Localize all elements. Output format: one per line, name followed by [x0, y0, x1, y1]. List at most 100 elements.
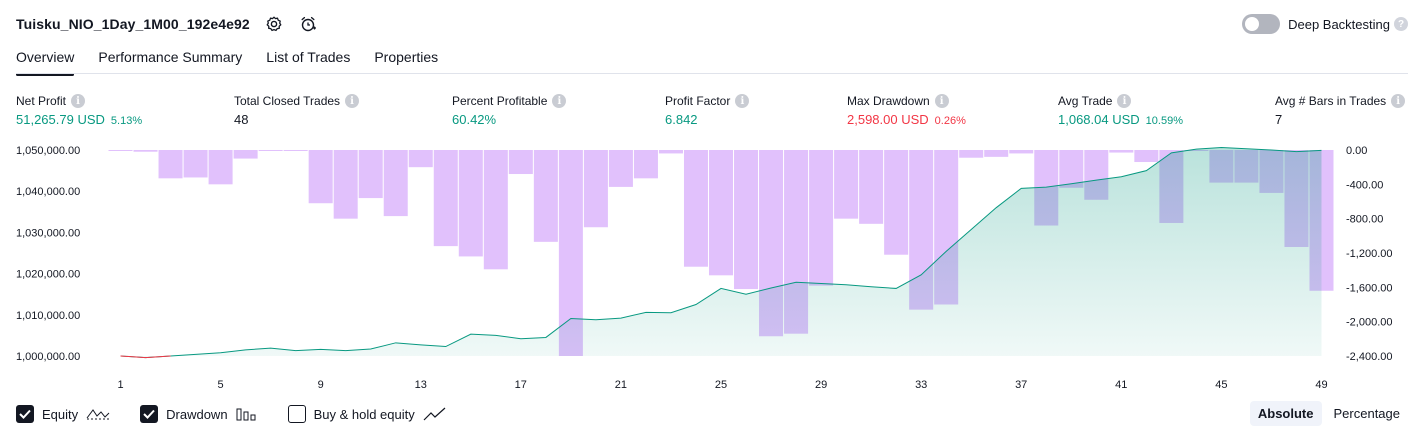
- drawdown-label: Drawdown: [166, 406, 228, 422]
- info-icon[interactable]: i: [552, 94, 567, 108]
- x-axis-tick: 41: [1115, 379, 1127, 391]
- info-icon[interactable]: i: [71, 94, 86, 108]
- drawdown-bar: [233, 150, 258, 159]
- drawdown-bar: [533, 150, 558, 242]
- right-axis-tick: -800.00: [1346, 214, 1383, 226]
- drawdown-bar: [508, 150, 533, 175]
- drawdown-bar: [183, 150, 208, 178]
- x-axis-tick: 9: [318, 379, 324, 391]
- x-axis-tick: 25: [715, 379, 727, 391]
- drawdown-bar: [358, 150, 383, 199]
- equity-checkbox[interactable]: Equity: [16, 405, 110, 423]
- right-axis-tick: -1,200.00: [1346, 248, 1392, 260]
- drawdown-checkbox[interactable]: Drawdown: [140, 405, 257, 423]
- tab-overview[interactable]: Overview: [16, 46, 75, 76]
- drawdown-bar: [433, 150, 458, 247]
- metric-value: 1,068.04 USD: [1058, 112, 1140, 127]
- metric-label: Percent Profitable: [452, 94, 548, 108]
- drawdown-bar: [158, 150, 183, 179]
- tab-performance-summary[interactable]: Performance Summary: [98, 46, 242, 74]
- drawdown-bar: [708, 150, 734, 276]
- drawdown-bar: [658, 150, 683, 154]
- drawdown-bar: [959, 150, 984, 158]
- checkbox-checked[interactable]: [16, 405, 34, 423]
- equity-drawdown-chart[interactable]: 1,050,000.00 1,040,000.00 1,030,000.00 1,02…: [0, 138, 1424, 394]
- drawdown-bar: [283, 150, 308, 151]
- checkbox-unchecked[interactable]: [287, 405, 306, 423]
- right-axis-tick: -400.00: [1346, 179, 1383, 191]
- metric-value: 48: [234, 112, 249, 127]
- metric-profit-factor: Profit Factor i 6.842: [665, 94, 750, 127]
- x-axis-tick: 13: [415, 379, 427, 391]
- scale-mode-switch: Absolute Percentage: [1246, 401, 1408, 426]
- drawdown-bar: [608, 150, 633, 187]
- drawdown-bar: [483, 150, 508, 270]
- drawdown-bar: [884, 150, 909, 255]
- drawdown-bar: [333, 150, 358, 219]
- metric-value: 7: [1275, 112, 1283, 127]
- metric-avg-trade: Avg Trade i 1,068.04 USD 10.59%: [1058, 94, 1183, 127]
- buy-hold-line-icon: [423, 407, 447, 421]
- deep-backtesting-toggle[interactable]: [1242, 14, 1281, 34]
- drawdown-bar: [583, 150, 608, 228]
- metric-label: Avg # Bars in Trades: [1275, 94, 1387, 108]
- drawdown-bar: [108, 150, 133, 151]
- info-icon[interactable]: i: [735, 94, 750, 108]
- tabs-divider: [16, 73, 1408, 74]
- right-axis-tick: -2,400.00: [1346, 351, 1392, 363]
- drawdown-bar: [984, 150, 1009, 157]
- equity-label: Equity: [42, 406, 79, 422]
- buy-hold-checkbox[interactable]: Buy & hold equity: [287, 405, 447, 423]
- right-axis-tick: 0.00: [1346, 145, 1367, 157]
- help-icon[interactable]: ?: [1394, 17, 1408, 31]
- add-alert-icon[interactable]: [298, 14, 318, 34]
- drawdown-bar: [1109, 150, 1134, 153]
- metric-value: 2,598.00 USD: [847, 112, 929, 127]
- metric-value: 6.842: [665, 112, 698, 127]
- metric-value: 60.42%: [452, 112, 497, 127]
- left-axis-tick: 1,030,000.00: [16, 227, 80, 239]
- x-axis-tick: 29: [815, 379, 827, 391]
- percentage-button[interactable]: Percentage: [1326, 401, 1409, 426]
- absolute-button[interactable]: Absolute: [1249, 401, 1322, 426]
- x-axis-tick: 5: [218, 379, 224, 391]
- strategy-header: Tuisku_NIO_1Day_1M00_192e4e92: [16, 12, 318, 36]
- metric-percent: 0.26%: [934, 115, 966, 127]
- left-axis-tick: 1,010,000.00: [16, 310, 80, 322]
- equity-line-icon: [86, 407, 110, 421]
- metric-max-drawdown: Max Drawdown i 2,598.00 USD 0.26%: [847, 94, 966, 127]
- drawdown-bar: [683, 150, 708, 267]
- tab-bar: Overview Performance Summary List of Tra…: [16, 46, 462, 76]
- info-icon[interactable]: i: [1391, 94, 1406, 108]
- checkbox-checked[interactable]: [140, 405, 159, 423]
- info-icon[interactable]: i: [345, 94, 360, 108]
- left-axis: 1,050,000.00 1,040,000.00 1,030,000.00 1,02…: [16, 145, 80, 363]
- strategy-title: Tuisku_NIO_1Day_1M00_192e4e92: [16, 16, 250, 32]
- x-axis-tick: 1: [117, 379, 123, 391]
- right-axis: 0.00 -400.00 -800.00 -1,200.00 -1,600.00 -2,0…: [1346, 145, 1392, 363]
- deep-backtesting: Deep Backtesting ?: [1242, 12, 1408, 36]
- info-icon[interactable]: i: [934, 94, 949, 108]
- drawdown-bars-icon: [236, 407, 258, 421]
- metric-percent-profitable: Percent Profitable i 60.42%: [452, 94, 567, 127]
- right-axis-tick: -2,000.00: [1346, 317, 1392, 329]
- metric-avg-bars: Avg # Bars in Trades i 7: [1275, 94, 1406, 127]
- x-axis-tick: 37: [1015, 379, 1027, 391]
- x-axis: 1 5 9 13 17 21 25 29 33 37 41 45 49: [117, 379, 1327, 391]
- toggle-knob: [1245, 17, 1260, 31]
- tab-list-of-trades[interactable]: List of Trades: [266, 46, 350, 74]
- left-axis-tick: 1,000,000.00: [16, 351, 80, 363]
- info-icon[interactable]: i: [1117, 94, 1132, 108]
- x-axis-tick: 17: [515, 379, 527, 391]
- drawdown-bar: [809, 150, 834, 286]
- metric-label: Net Profit: [16, 94, 67, 108]
- tab-properties[interactable]: Properties: [374, 46, 438, 74]
- drawdown-bar: [208, 150, 233, 185]
- x-axis-tick: 49: [1315, 379, 1327, 391]
- settings-icon[interactable]: [264, 14, 284, 34]
- metric-value: 51,265.79 USD: [16, 112, 105, 127]
- right-axis-tick: -1,600.00: [1346, 282, 1392, 294]
- x-axis-tick: 45: [1215, 379, 1227, 391]
- drawdown-bar: [859, 150, 884, 224]
- drawdown-bar: [133, 150, 158, 152]
